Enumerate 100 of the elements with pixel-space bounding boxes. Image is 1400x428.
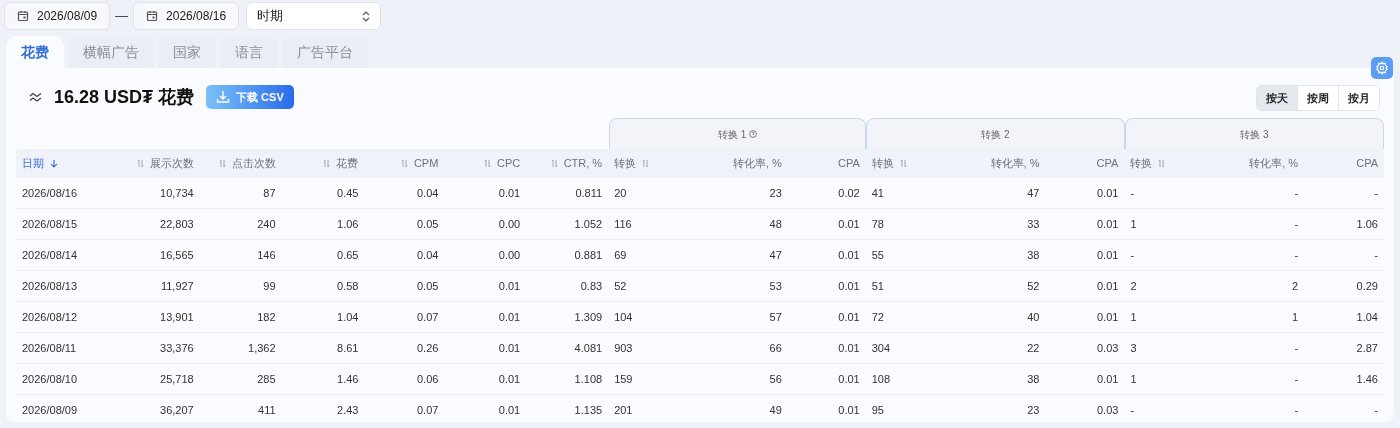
end-date-field[interactable]: 2026/08/16 bbox=[133, 2, 240, 30]
table-cell-text: 0.01 bbox=[838, 402, 860, 418]
column-header[interactable]: CTR, % bbox=[563, 155, 603, 172]
table-cell-text: 1 bbox=[1130, 216, 1137, 232]
table-cell-text: 52 bbox=[614, 278, 627, 294]
column-header[interactable]: CPC bbox=[497, 155, 521, 172]
table-cell-text: - bbox=[1294, 216, 1299, 232]
table-cell-text: 1.309 bbox=[574, 309, 603, 325]
table-cell-text: 2 bbox=[1292, 278, 1299, 294]
start-date-field[interactable]: 2026/08/09 bbox=[4, 2, 111, 30]
table-cell-text: - bbox=[1130, 185, 1135, 201]
settings-button[interactable] bbox=[1371, 57, 1393, 79]
table-cell-text: 0.04 bbox=[416, 185, 439, 201]
tab[interactable]: 语言 bbox=[220, 36, 278, 68]
table-cell-text: 0.65 bbox=[337, 247, 359, 263]
period-select[interactable]: 时期 bbox=[246, 2, 382, 30]
column-header[interactable]: 花费 bbox=[336, 155, 359, 172]
column-header[interactable]: 点击次数 bbox=[231, 155, 276, 172]
sort-icon[interactable] bbox=[136, 159, 144, 168]
tab[interactable]: 国家 bbox=[158, 36, 216, 68]
table-cell-text: 2026/08/14 bbox=[22, 247, 78, 263]
table-cell-text: - bbox=[1294, 247, 1299, 263]
table-cell-text: 0.83 bbox=[580, 278, 603, 294]
table-cell-text: - bbox=[1374, 247, 1378, 263]
sort-icon[interactable] bbox=[323, 159, 331, 168]
group-title: 转换 1 bbox=[718, 127, 747, 142]
help-icon[interactable] bbox=[749, 130, 758, 138]
table-cell-text: 108 bbox=[871, 371, 891, 387]
sort-icon[interactable] bbox=[218, 159, 226, 168]
table-cell-text: 0.01 bbox=[498, 371, 521, 387]
column-header[interactable]: 转化率, % bbox=[1249, 155, 1299, 172]
column-header[interactable]: 展示次数 bbox=[149, 155, 194, 172]
table-cell-text: 1 bbox=[1292, 309, 1299, 325]
table-cell-text: 0.01 bbox=[498, 340, 521, 356]
table-cell-text: 78 bbox=[871, 216, 884, 232]
chevron-updown-icon bbox=[362, 10, 371, 22]
table-cell-text: 0.01 bbox=[1096, 371, 1119, 387]
table-cell-text: 11,927 bbox=[160, 278, 194, 294]
period-toggle[interactable]: 按天 bbox=[1257, 86, 1297, 110]
table-cell-text: 0.881 bbox=[574, 247, 603, 263]
table-cell-text: 2026/08/15 bbox=[22, 216, 78, 232]
table-cell-text: 1.135 bbox=[574, 402, 603, 418]
table-cell-text: 47 bbox=[1027, 185, 1040, 201]
table-cell-text: 51 bbox=[871, 278, 884, 294]
table-cell-text: 52 bbox=[1027, 278, 1040, 294]
column-header[interactable]: 转化率, % bbox=[732, 155, 782, 172]
column-header[interactable]: 转换 bbox=[871, 155, 894, 172]
sort-icon[interactable] bbox=[400, 159, 408, 168]
table-cell-text: 40 bbox=[1027, 309, 1040, 325]
sort-down-icon[interactable] bbox=[50, 159, 58, 168]
table-cell-text: 72 bbox=[871, 309, 884, 325]
table-cell-text: - bbox=[1294, 340, 1299, 356]
table-cell-text: - bbox=[1294, 185, 1299, 201]
table-cell-text: 1.06 bbox=[1356, 216, 1378, 232]
table-cell-text: 3 bbox=[1130, 340, 1137, 356]
period-toggle[interactable]: 按月 bbox=[1338, 86, 1379, 110]
table-cell-text: 0.00 bbox=[498, 216, 521, 232]
group-title: 转换 2 bbox=[981, 127, 1010, 142]
sort-icon[interactable] bbox=[550, 159, 558, 168]
column-header[interactable]: 转换 bbox=[614, 155, 637, 172]
calendar-icon bbox=[17, 10, 29, 22]
table-cell-text: 13,901 bbox=[160, 309, 194, 325]
tab[interactable]: 广告平台 bbox=[282, 36, 368, 68]
table-cell-text: 1.46 bbox=[1356, 371, 1378, 387]
table-cell-text: 23 bbox=[1027, 402, 1040, 418]
table-cell-text: 2026/08/12 bbox=[22, 309, 78, 325]
sort-icon[interactable] bbox=[484, 159, 491, 168]
table-cell-text: 304 bbox=[871, 340, 891, 356]
table-cell-text: 2026/08/13 bbox=[22, 278, 78, 294]
table-cell-text: 0.01 bbox=[1096, 216, 1119, 232]
table-cell-text: 33,376 bbox=[160, 340, 194, 356]
sort-icon[interactable] bbox=[1158, 159, 1166, 168]
table-cell-text: 0.01 bbox=[1096, 247, 1119, 263]
table-cell-text: 0.03 bbox=[1096, 340, 1119, 356]
download-csv-button[interactable]: 下载 CSV bbox=[206, 85, 294, 109]
spend-total: 16.28 USD₮ 花费 bbox=[54, 85, 195, 109]
table-cell-text: 0.01 bbox=[498, 309, 521, 325]
column-header[interactable]: 转化率, % bbox=[990, 155, 1040, 172]
table-cell-text: 201 bbox=[614, 402, 633, 418]
sort-icon[interactable] bbox=[899, 159, 907, 168]
table-cell-text: 159 bbox=[614, 371, 633, 387]
sort-icon[interactable] bbox=[642, 159, 650, 168]
table-cell-text: 57 bbox=[769, 309, 782, 325]
table-cell-text: 8.61 bbox=[337, 340, 359, 356]
table-cell-text: 182 bbox=[257, 309, 276, 325]
table-cell-text: 285 bbox=[257, 371, 276, 387]
settings-icon bbox=[1375, 61, 1389, 75]
tab[interactable]: 花费 bbox=[6, 36, 64, 68]
table-cell-text: 0.26 bbox=[416, 340, 439, 356]
column-header[interactable]: CPA bbox=[837, 155, 860, 172]
table-cell-text: 22 bbox=[1027, 340, 1040, 356]
tab[interactable]: 横幅广告 bbox=[68, 36, 154, 68]
table-cell-text: 1.108 bbox=[574, 371, 603, 387]
column-header[interactable]: CPA bbox=[1356, 155, 1378, 172]
table-cell-text: 2026/08/16 bbox=[22, 185, 78, 201]
column-header[interactable]: 日期 bbox=[22, 155, 44, 172]
column-header[interactable]: CPM bbox=[413, 155, 439, 172]
column-header[interactable]: 转换 bbox=[1130, 155, 1153, 172]
table-cell-text: 0.07 bbox=[416, 309, 439, 325]
column-header[interactable]: CPA bbox=[1096, 155, 1119, 172]
